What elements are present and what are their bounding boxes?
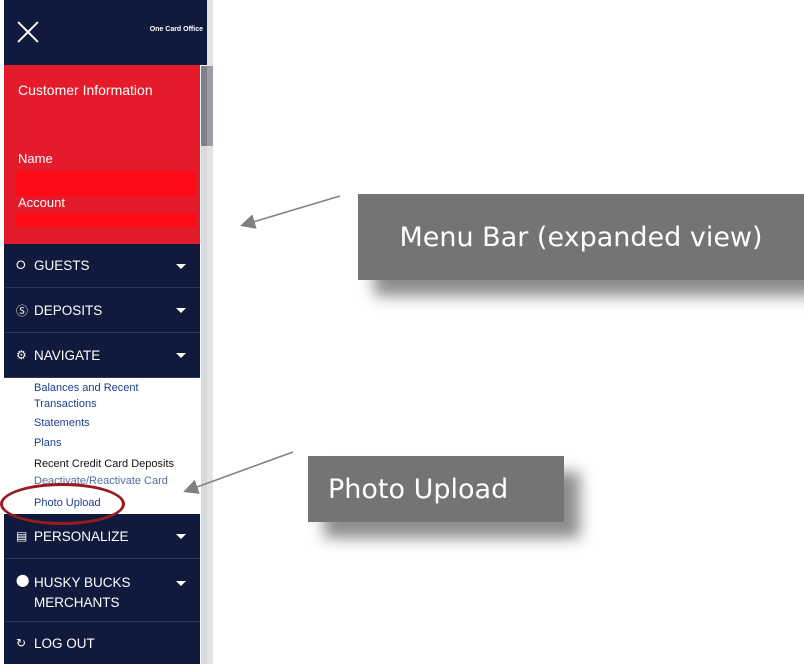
customer-information-panel: Customer Information Name Account	[4, 65, 200, 244]
highlight-circle	[0, 483, 125, 525]
account-redaction	[16, 213, 196, 227]
menu-deposits-label: DEPOSITS	[34, 302, 103, 318]
menu-navigate-label: NAVIGATE	[34, 347, 101, 363]
caret-down-icon	[176, 581, 186, 586]
page-background-strip	[207, 0, 213, 664]
refresh-icon: ↻	[16, 636, 27, 650]
account-label: Account	[18, 195, 65, 210]
menu-guests[interactable]: ⭘ GUESTS	[4, 244, 200, 288]
callout-menu-bar: Menu Bar (expanded view)	[358, 194, 804, 280]
callout-photo-upload: Photo Upload	[308, 456, 564, 522]
menu-husky-label: HUSKY BUCKS MERCHANTS	[34, 573, 131, 613]
menu-logout-label: LOG OUT	[34, 635, 95, 651]
close-icon[interactable]	[14, 18, 42, 46]
gear-icon: ⚙	[16, 348, 27, 362]
submenu-item-recent-credit-card-deposits[interactable]: Recent Credit Card Deposits	[34, 458, 174, 470]
dollar-coin-icon: Ⓢ	[16, 303, 29, 318]
menu-guests-label: GUESTS	[34, 258, 90, 273]
menu-navigate[interactable]: ⚙ NAVIGATE	[4, 333, 200, 378]
document-icon: ▤	[16, 529, 28, 543]
caret-down-icon	[176, 308, 186, 313]
caret-down-icon	[176, 534, 186, 539]
menu-logout[interactable]: ↻ LOG OUT	[4, 622, 200, 664]
name-label: Name	[18, 151, 53, 166]
menu-personalize-label: PERSONALIZE	[34, 528, 129, 544]
arrow-to-menu-bar	[240, 195, 341, 229]
customer-info-title: Customer Information	[18, 82, 153, 98]
menu-husky-line2: MERCHANTS	[34, 595, 120, 610]
name-redaction	[16, 171, 196, 196]
chat-icon: ⭘	[16, 258, 26, 272]
map-pin-icon: ⬤	[16, 573, 30, 587]
top-bar: One Card Office	[4, 0, 207, 65]
menu-husky-bucks-merchants[interactable]: ⬤ HUSKY BUCKS MERCHANTS	[4, 559, 200, 622]
brand-title: One Card Office	[149, 26, 203, 33]
caret-down-icon	[176, 263, 186, 269]
submenu-item-statements[interactable]: Statements	[34, 417, 90, 429]
submenu-item-transactions[interactable]: Transactions	[34, 398, 97, 410]
submenu-item-balances[interactable]: Balances and Recent	[34, 382, 139, 394]
menu-husky-line1: HUSKY BUCKS	[34, 575, 131, 590]
menu-deposits[interactable]: Ⓢ DEPOSITS	[4, 288, 200, 333]
caret-down-icon	[176, 353, 186, 358]
submenu-item-plans[interactable]: Plans	[34, 437, 62, 449]
